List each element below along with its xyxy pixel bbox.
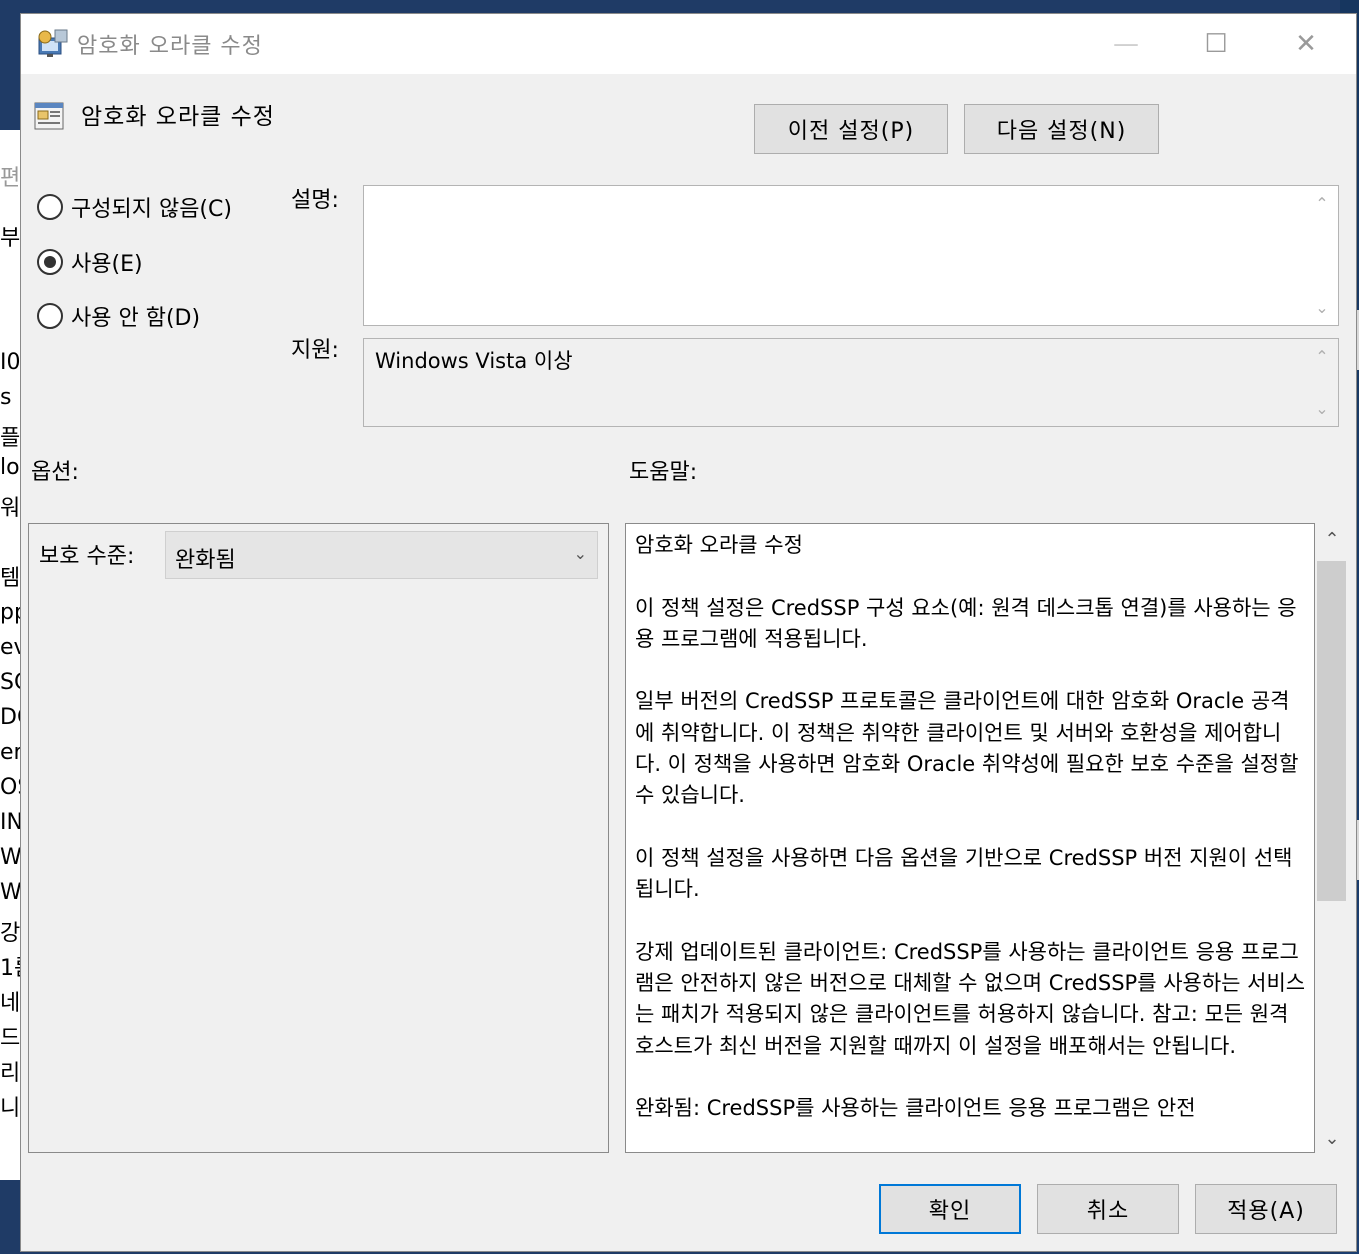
- close-button[interactable]: ✕: [1271, 22, 1341, 66]
- chevron-up-icon[interactable]: ⌃: [1315, 529, 1349, 550]
- previous-setting-button[interactable]: 이전 설정(P): [754, 104, 948, 154]
- window-title: 암호화 오라클 수정: [77, 34, 263, 59]
- options-panel: 보호 수준: 완화됨 ⌄: [28, 523, 609, 1153]
- radio-label: 사용 안 함(D): [71, 306, 201, 331]
- help-paragraph: 일부 버전의 CredSSP 프로토콜은 클라이언트에 대한 암호화 Oracl…: [635, 689, 1299, 808]
- ok-button[interactable]: 확인: [879, 1184, 1021, 1234]
- chevron-down-icon[interactable]: ⌄: [1315, 1128, 1349, 1149]
- chevron-down-icon: ⌄: [573, 544, 587, 563]
- description-textarea[interactable]: ⌃ ⌄: [363, 185, 1339, 326]
- radio-label: 구성되지 않음(C): [71, 197, 232, 222]
- supported-on-field[interactable]: Windows Vista 이상 ⌃ ⌄: [363, 338, 1339, 427]
- supported-on-value: Windows Vista 이상: [375, 349, 573, 373]
- help-text: 암호화 오라클 수정 이 정책 설정은 CredSSP 구성 요소(예: 원격 …: [635, 530, 1307, 1152]
- radio-not-configured[interactable]: 구성되지 않음(C): [37, 191, 232, 223]
- scroll-down-icon[interactable]: ⌄: [1306, 298, 1338, 317]
- options-label: 옵션:: [31, 460, 79, 485]
- scrollbar-thumb[interactable]: [1317, 561, 1346, 901]
- description-label: 설명:: [291, 188, 339, 213]
- maximize-button[interactable]: ☐: [1181, 22, 1251, 66]
- policy-setting-icon: [34, 102, 64, 130]
- radio-label: 사용(E): [71, 252, 143, 277]
- radio-enabled[interactable]: 사용(E): [37, 246, 143, 278]
- help-panel[interactable]: 암호화 오라클 수정 이 정책 설정은 CredSSP 구성 요소(예: 원격 …: [625, 523, 1315, 1153]
- help-paragraph: 암호화 오라클 수정: [635, 533, 803, 557]
- supported-label: 지원:: [291, 338, 339, 363]
- description-scrollbar[interactable]: ⌃ ⌄: [1306, 186, 1338, 325]
- minimize-button[interactable]: —: [1091, 22, 1161, 66]
- help-scrollbar[interactable]: ⌃ ⌄: [1315, 523, 1349, 1153]
- supported-scrollbar[interactable]: ⌃ ⌄: [1306, 339, 1338, 426]
- scroll-up-icon[interactable]: ⌃: [1306, 194, 1338, 213]
- radio-circle[interactable]: [37, 249, 63, 275]
- cancel-button[interactable]: 취소: [1037, 1184, 1179, 1234]
- policy-app-icon: [38, 29, 68, 57]
- apply-button[interactable]: 적용(A): [1195, 1184, 1337, 1234]
- scroll-down-icon[interactable]: ⌄: [1306, 399, 1338, 418]
- protection-level-dropdown[interactable]: 완화됨 ⌄: [165, 531, 598, 579]
- help-paragraph: 이 정책 설정은 CredSSP 구성 요소(예: 원격 데스크톱 연결)를 사…: [635, 595, 1297, 651]
- policy-edit-dialog: 암호화 오라클 수정 — ☐ ✕ 암호화 오라클 수정 이전 설정(P) 다음 …: [20, 13, 1357, 1252]
- help-paragraph: 완화됨: CredSSP를 사용하는 클라이언트 응용 프로그램은 안전: [635, 1096, 1196, 1121]
- policy-title: 암호화 오라클 수정: [81, 104, 275, 130]
- help-paragraph: 이 정책 설정을 사용하면 다음 옵션을 기반으로 CredSSP 버전 지원이…: [635, 845, 1293, 902]
- radio-circle[interactable]: [37, 303, 63, 329]
- help-paragraph: 강제 업데이트된 클라이언트: CredSSP를 사용하는 클라이언트 응용 프…: [635, 939, 1306, 1058]
- title-bar[interactable]: 암호화 오라클 수정 — ☐ ✕: [21, 14, 1356, 74]
- protection-level-label: 보호 수준:: [39, 544, 135, 569]
- help-label: 도움말:: [629, 460, 698, 485]
- protection-level-value: 완화됨: [175, 548, 236, 573]
- scroll-up-icon[interactable]: ⌃: [1306, 347, 1338, 366]
- radio-disabled[interactable]: 사용 안 함(D): [37, 300, 200, 332]
- next-setting-button[interactable]: 다음 설정(N): [964, 104, 1159, 154]
- radio-circle[interactable]: [37, 194, 63, 220]
